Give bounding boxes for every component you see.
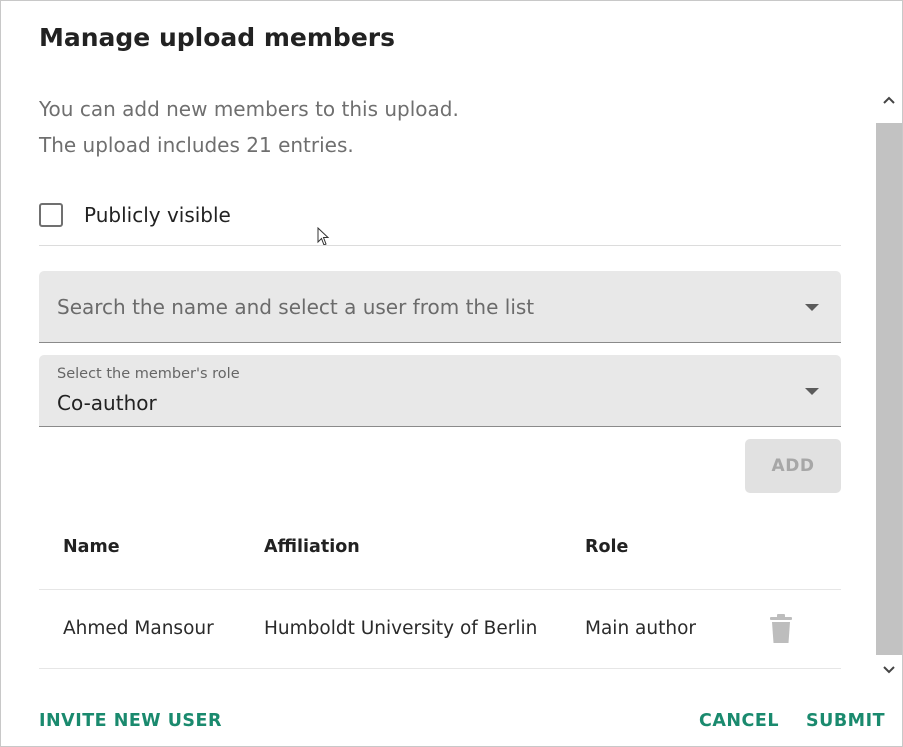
- delete-icon[interactable]: [769, 614, 793, 644]
- invite-new-user-button[interactable]: INVITE NEW USER: [39, 711, 222, 731]
- dialog-title: Manage upload members: [39, 23, 395, 52]
- user-search-placeholder[interactable]: Search the name and select a user from t…: [57, 295, 534, 319]
- manage-members-dialog: Manage upload members You can add new me…: [0, 0, 903, 747]
- member-role-value[interactable]: Co-author: [57, 391, 157, 415]
- member-role: Main author: [585, 618, 697, 639]
- scrollbar-thumb[interactable]: [876, 123, 902, 655]
- cancel-button[interactable]: CANCEL: [699, 711, 779, 731]
- column-header-name: Name: [63, 537, 120, 557]
- member-affiliation: Humboldt University of Berlin: [264, 618, 538, 639]
- section-divider: [39, 245, 841, 246]
- table-row-divider: [39, 668, 841, 669]
- publicly-visible-label[interactable]: Publicly visible: [84, 203, 231, 227]
- user-search-field[interactable]: Search the name and select a user from t…: [39, 271, 841, 343]
- member-role-select[interactable]: Select the member's role Co-author: [39, 355, 841, 427]
- member-role-label: Select the member's role: [57, 366, 240, 382]
- mouse-cursor-icon: [317, 227, 330, 246]
- publicly-visible-row[interactable]: Publicly visible: [39, 199, 231, 231]
- submit-button[interactable]: SUBMIT: [806, 711, 885, 731]
- chevron-down-icon[interactable]: [805, 304, 819, 311]
- dialog-description-line2: The upload includes 21 entries.: [39, 133, 354, 157]
- member-name: Ahmed Mansour: [63, 618, 214, 639]
- add-member-button[interactable]: ADD: [745, 439, 841, 493]
- column-header-affiliation: Affiliation: [264, 537, 360, 557]
- chevron-down-icon[interactable]: [880, 661, 898, 679]
- table-header-divider: [39, 589, 841, 590]
- chevron-down-icon[interactable]: [805, 388, 819, 395]
- column-header-role: Role: [585, 537, 629, 557]
- chevron-up-icon[interactable]: [880, 91, 898, 109]
- dialog-description-line1: You can add new members to this upload.: [39, 97, 459, 121]
- scrollbar[interactable]: [876, 89, 902, 681]
- publicly-visible-checkbox[interactable]: [39, 203, 63, 227]
